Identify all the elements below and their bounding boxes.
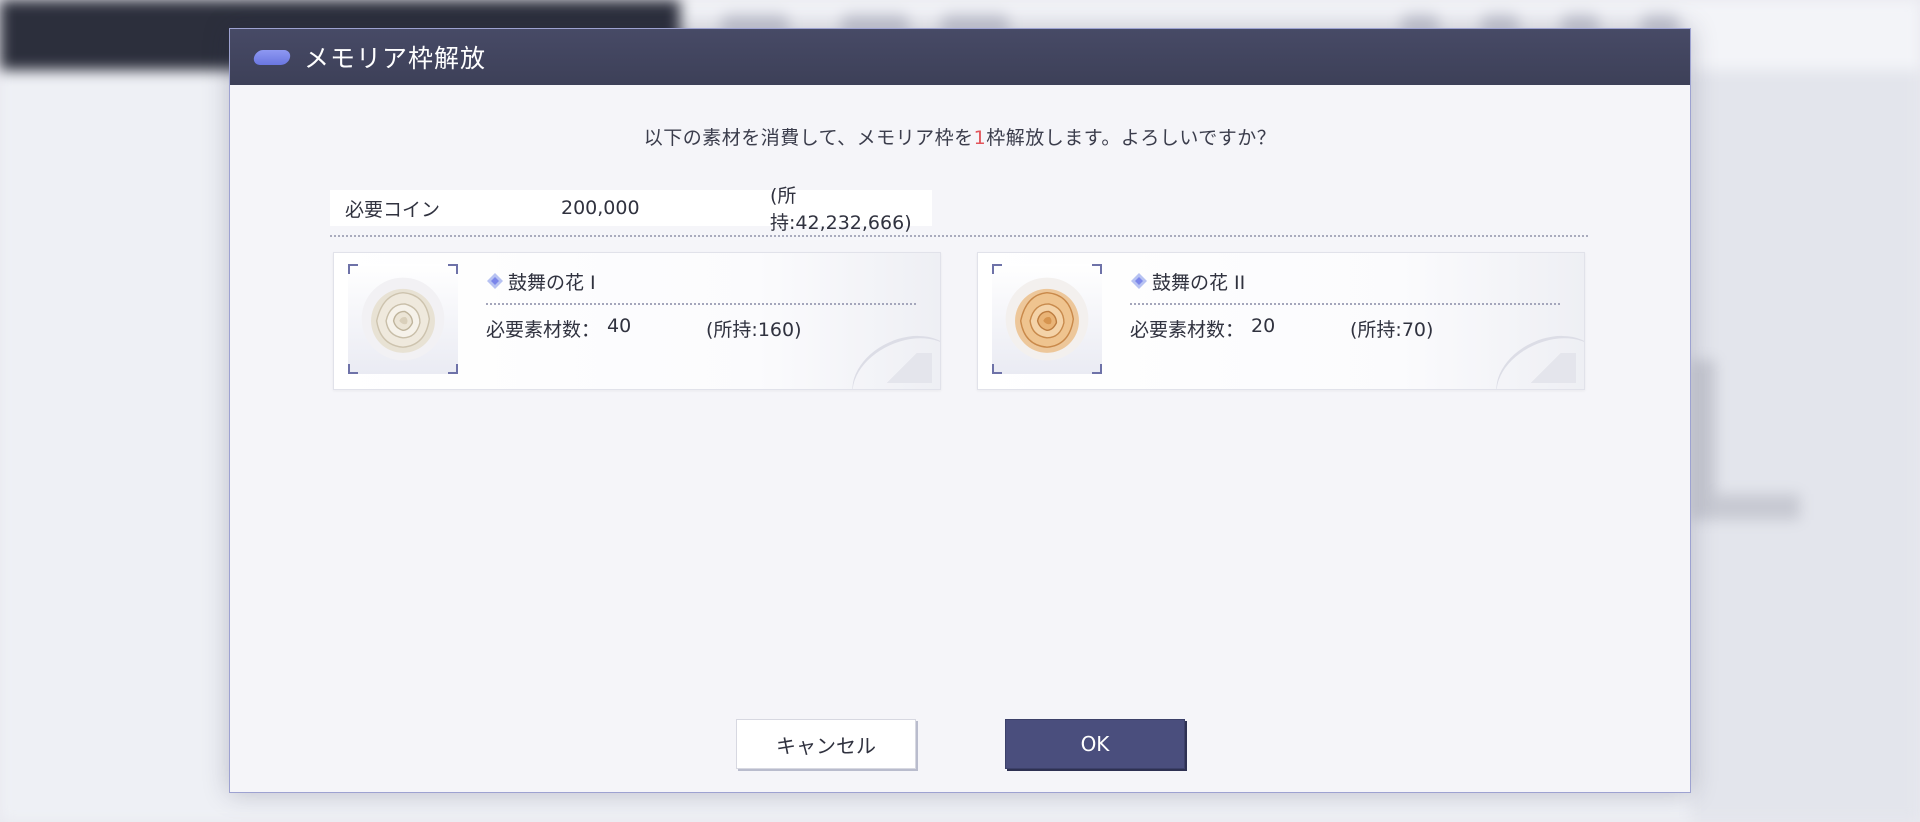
- diamond-icon: [487, 273, 503, 289]
- confirmation-message: 以下の素材を消費して、メモリア枠を1枠解放します。よろしいですか？: [230, 123, 1690, 150]
- material-name: 鼓舞の花 II: [1152, 272, 1246, 294]
- coin-owned: (所持:42,232,666): [770, 185, 912, 234]
- message-slot-count: 1: [973, 127, 987, 149]
- material-card: 鼓舞の花 II 必要素材数： 20 (所持:70): [977, 252, 1585, 390]
- owned-amount: (所持:70): [1350, 319, 1434, 341]
- card-decoration: [1516, 353, 1576, 383]
- required-amount-value: 40: [607, 315, 632, 337]
- dotted-divider: [330, 235, 1588, 237]
- coin-label: 必要コイン: [345, 198, 441, 221]
- dotted-divider: [1130, 303, 1560, 305]
- ok-button[interactable]: OK: [1005, 719, 1185, 769]
- required-amount-value: 20: [1251, 315, 1276, 337]
- material-card: 鼓舞の花 I 必要素材数： 40 (所持:160): [333, 252, 941, 390]
- unlock-dialog: メモリア枠解放 以下の素材を消費して、メモリア枠を1枠解放します。よろしいですか…: [229, 28, 1691, 793]
- required-amount-label: 必要素材数：: [486, 319, 601, 341]
- white-rose-icon: [361, 277, 445, 361]
- dialog-title: メモリア枠解放: [304, 44, 487, 73]
- header-pill-icon: [252, 49, 292, 65]
- material-thumbnail: [348, 264, 458, 374]
- dialog-header: メモリア枠解放: [230, 29, 1690, 85]
- material-thumbnail: [992, 264, 1102, 374]
- cancel-button[interactable]: キャンセル: [736, 719, 916, 769]
- owned-amount: (所持:160): [706, 319, 802, 341]
- message-text-after: 枠解放します。よろしいですか？: [986, 127, 1277, 149]
- diamond-icon: [1131, 273, 1147, 289]
- background-letter: [1690, 360, 1800, 520]
- card-decoration: [872, 353, 932, 383]
- coin-value: 200,000: [561, 197, 640, 219]
- message-text-before: 以下の素材を消費して、メモリア枠を: [643, 127, 974, 149]
- orange-rose-icon: [1005, 277, 1089, 361]
- required-coin-row: 必要コイン 200,000 (所持:42,232,666): [330, 185, 932, 234]
- material-name: 鼓舞の花 I: [508, 272, 596, 294]
- dotted-divider: [486, 303, 916, 305]
- required-amount-label: 必要素材数：: [1130, 319, 1245, 341]
